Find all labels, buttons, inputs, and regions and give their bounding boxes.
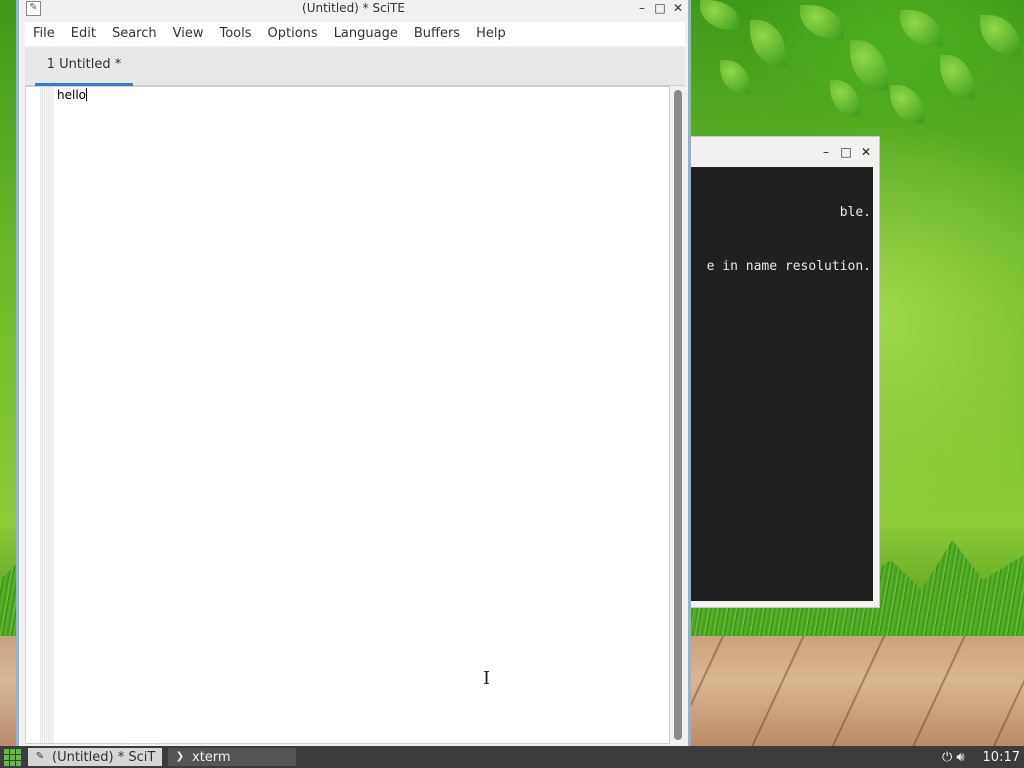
fold-margin[interactable] (40, 87, 54, 743)
terminal-output[interactable]: ble. e in name resolution. (681, 167, 873, 601)
editor-text: hello (57, 88, 86, 102)
menu-language[interactable]: Language (326, 22, 406, 46)
buffer-tab-bar: 1 Untitled * (25, 47, 685, 86)
minimize-icon[interactable]: – (636, 0, 648, 16)
close-icon[interactable]: ✕ (859, 145, 873, 159)
xterm-window[interactable]: – □ ✕ ble. e in name resolution. (680, 136, 880, 608)
menu-tools[interactable]: Tools (211, 22, 259, 46)
wallpaper-leaves (690, 0, 1024, 130)
menu-file[interactable]: File (25, 22, 63, 46)
taskbar-item-label: xterm (192, 749, 231, 765)
window-titlebar[interactable]: ✎ (Untitled) * SciTE – □ ✕ (19, 0, 688, 18)
terminal-line: ble. (839, 205, 871, 220)
maximize-icon[interactable]: □ (654, 0, 666, 16)
menu-edit[interactable]: Edit (63, 22, 104, 46)
power-icon[interactable]: ⏻ (942, 750, 952, 765)
menu-help[interactable]: Help (468, 22, 514, 46)
editor-area[interactable]: hello (25, 86, 670, 744)
menu-view[interactable]: View (165, 22, 212, 46)
text-caret (86, 88, 87, 101)
scite-app-icon: ✎ (26, 1, 41, 16)
menu-buffers[interactable]: Buffers (406, 22, 468, 46)
menu-bar: File Edit Search View Tools Options Lang… (25, 22, 685, 46)
menu-options[interactable]: Options (260, 22, 326, 46)
minimize-icon[interactable]: – (819, 145, 833, 159)
taskbar: ✎ (Untitled) * SciT ❯ xterm ⏻ 🔊︎ 10:17 (0, 746, 1024, 768)
maximize-icon[interactable]: □ (839, 145, 853, 159)
editor-line: hello (57, 87, 87, 103)
window-title: (Untitled) * SciTE (302, 1, 405, 15)
clock[interactable]: 10:17 (983, 750, 1020, 765)
taskbar-item-xterm[interactable]: ❯ xterm (168, 748, 296, 766)
terminal-icon: ❯ (175, 751, 185, 762)
mouse-ibeam-cursor-icon: I (483, 668, 491, 689)
app-menu-icon[interactable] (2, 747, 22, 767)
menu-search[interactable]: Search (104, 22, 165, 46)
scrollbar-thumb[interactable] (674, 90, 682, 740)
volume-icon[interactable]: 🔊︎ (956, 750, 964, 765)
system-tray: ⏻ 🔊︎ 10:17 (942, 750, 1024, 765)
terminal-line: e in name resolution. (706, 259, 871, 274)
close-icon[interactable]: ✕ (672, 0, 684, 16)
scite-icon: ✎ (35, 751, 45, 762)
taskbar-item-scite[interactable]: ✎ (Untitled) * SciT (28, 748, 162, 766)
taskbar-item-label: (Untitled) * SciT (52, 749, 156, 765)
vertical-scrollbar[interactable] (671, 86, 685, 744)
xterm-titlebar[interactable]: – □ ✕ (681, 137, 879, 167)
scite-window[interactable]: ✎ (Untitled) * SciTE – □ ✕ File Edit Sea… (16, 0, 691, 746)
tab-untitled[interactable]: 1 Untitled * (35, 47, 133, 86)
